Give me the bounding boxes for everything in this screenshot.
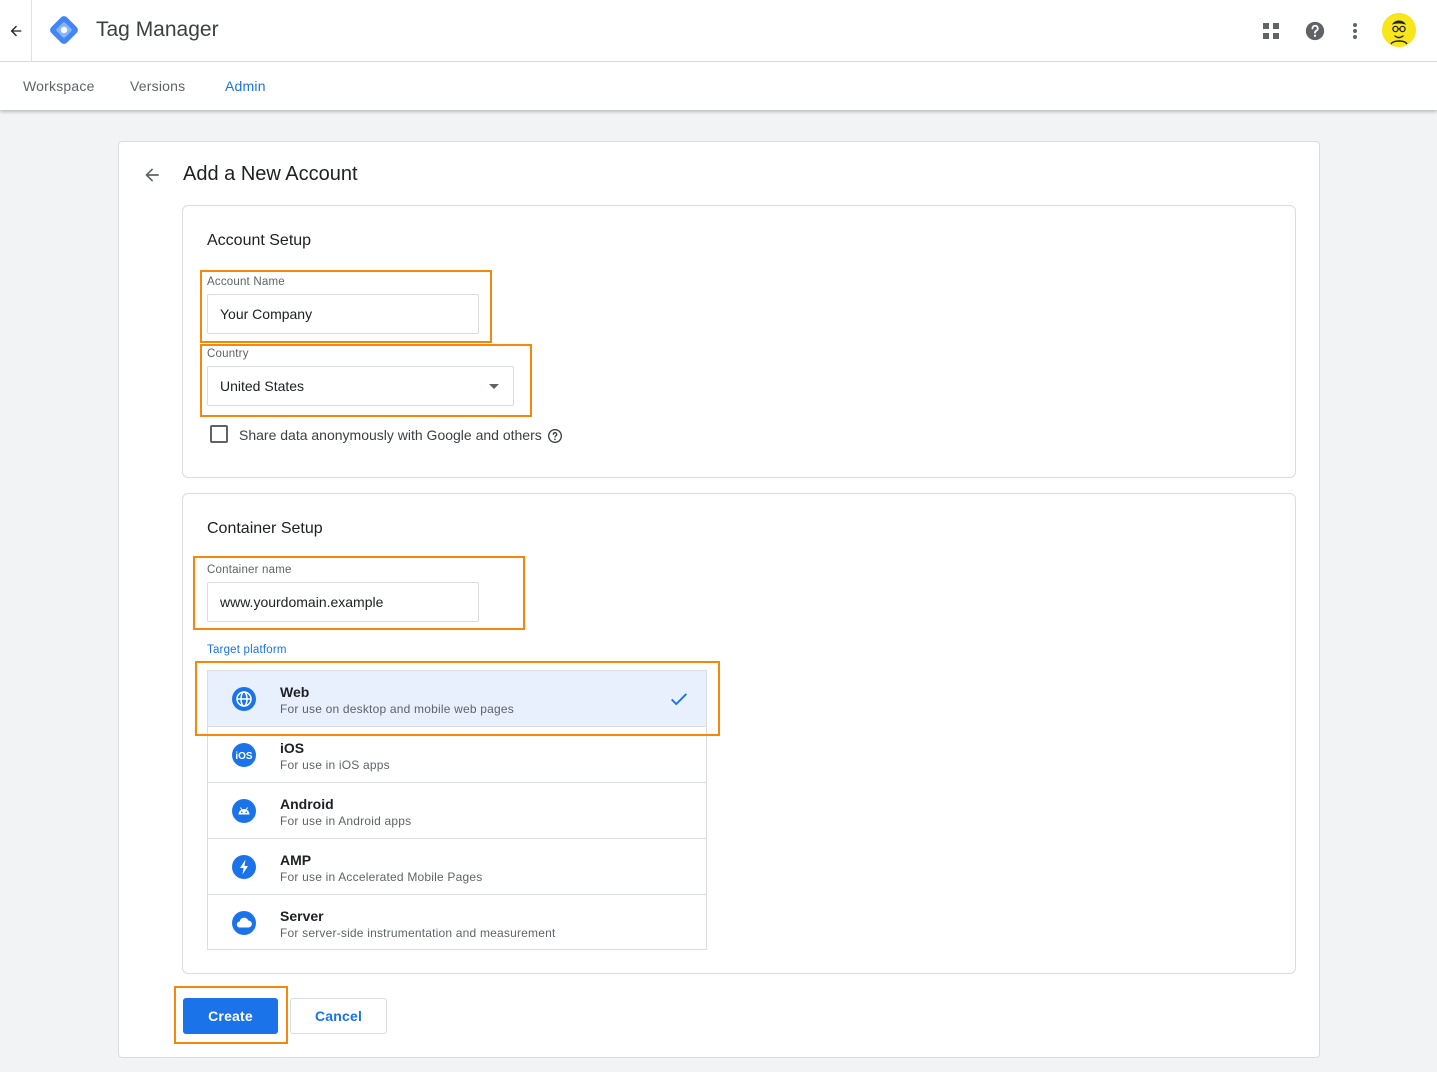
- apps-grid-icon[interactable]: [1257, 17, 1285, 45]
- cloud-icon: [232, 911, 256, 935]
- tag-manager-logo-icon[interactable]: [47, 13, 81, 47]
- platform-name: iOS: [280, 740, 305, 756]
- platform-name: Android: [280, 796, 334, 812]
- platform-description: For use in iOS apps: [280, 758, 390, 772]
- create-button[interactable]: Create: [183, 998, 278, 1034]
- platform-option-ios[interactable]: iOS iOS For use in iOS apps: [208, 727, 706, 783]
- ios-icon: iOS: [232, 743, 256, 767]
- platform-description: For use on desktop and mobile web pages: [280, 702, 514, 716]
- container-setup-title: Container Setup: [207, 520, 323, 537]
- help-outline-icon[interactable]: [547, 428, 563, 444]
- app-title: Tag Manager: [96, 18, 219, 41]
- back-arrow-icon[interactable]: [139, 162, 165, 188]
- country-select[interactable]: United States: [207, 366, 514, 406]
- cancel-button[interactable]: Cancel: [290, 998, 387, 1034]
- android-icon: [232, 799, 256, 823]
- help-icon[interactable]: [1301, 17, 1329, 45]
- account-name-input[interactable]: Your Company: [207, 294, 479, 334]
- container-name-input[interactable]: www.yourdomain.example: [207, 582, 479, 622]
- amp-lightning-icon: [232, 855, 256, 879]
- platform-description: For use in Android apps: [280, 814, 412, 828]
- platform-description: For use in Accelerated Mobile Pages: [280, 870, 483, 884]
- user-avatar[interactable]: [1382, 13, 1416, 47]
- platform-option-web[interactable]: Web For use on desktop and mobile web pa…: [208, 671, 706, 727]
- target-platform-label: Target platform: [207, 644, 287, 656]
- dropdown-arrow-icon: [489, 384, 499, 389]
- more-vert-icon[interactable]: [1341, 17, 1369, 45]
- tab-admin[interactable]: Admin: [225, 78, 266, 94]
- platform-name: AMP: [280, 852, 312, 868]
- divider: [31, 0, 32, 62]
- account-name-label: Account Name: [207, 276, 285, 288]
- country-label: Country: [207, 348, 249, 360]
- share-data-checkbox[interactable]: [210, 425, 228, 443]
- country-value: United States: [220, 378, 305, 394]
- platform-name: Web: [280, 684, 310, 700]
- back-arrow-icon[interactable]: [4, 19, 28, 43]
- tab-workspace[interactable]: Workspace: [23, 78, 95, 94]
- platform-option-android[interactable]: Android For use in Android apps: [208, 783, 706, 839]
- account-name-value: Your Company: [220, 306, 313, 322]
- platform-description: For server-side instrumentation and meas…: [280, 926, 556, 940]
- target-platform-list: Web For use on desktop and mobile web pa…: [207, 670, 707, 950]
- top-app-bar: Tag Manager: [0, 0, 1437, 62]
- globe-icon: [232, 687, 256, 711]
- nav-tabs: Workspace Versions Admin: [0, 62, 1437, 110]
- container-name-value: www.yourdomain.example: [220, 594, 384, 610]
- page-title: Add a New Account: [183, 163, 358, 185]
- account-setup-title: Account Setup: [207, 232, 312, 249]
- container-name-label: Container name: [207, 564, 292, 576]
- tab-versions[interactable]: Versions: [130, 78, 185, 94]
- svg-text:iOS: iOS: [235, 751, 253, 762]
- platform-option-amp[interactable]: AMP For use in Accelerated Mobile Pages: [208, 839, 706, 895]
- platform-option-server[interactable]: Server For server-side instrumentation a…: [208, 895, 706, 951]
- check-icon: [668, 688, 690, 710]
- platform-name: Server: [280, 908, 324, 924]
- share-data-label[interactable]: Share data anonymously with Google and o…: [239, 427, 542, 443]
